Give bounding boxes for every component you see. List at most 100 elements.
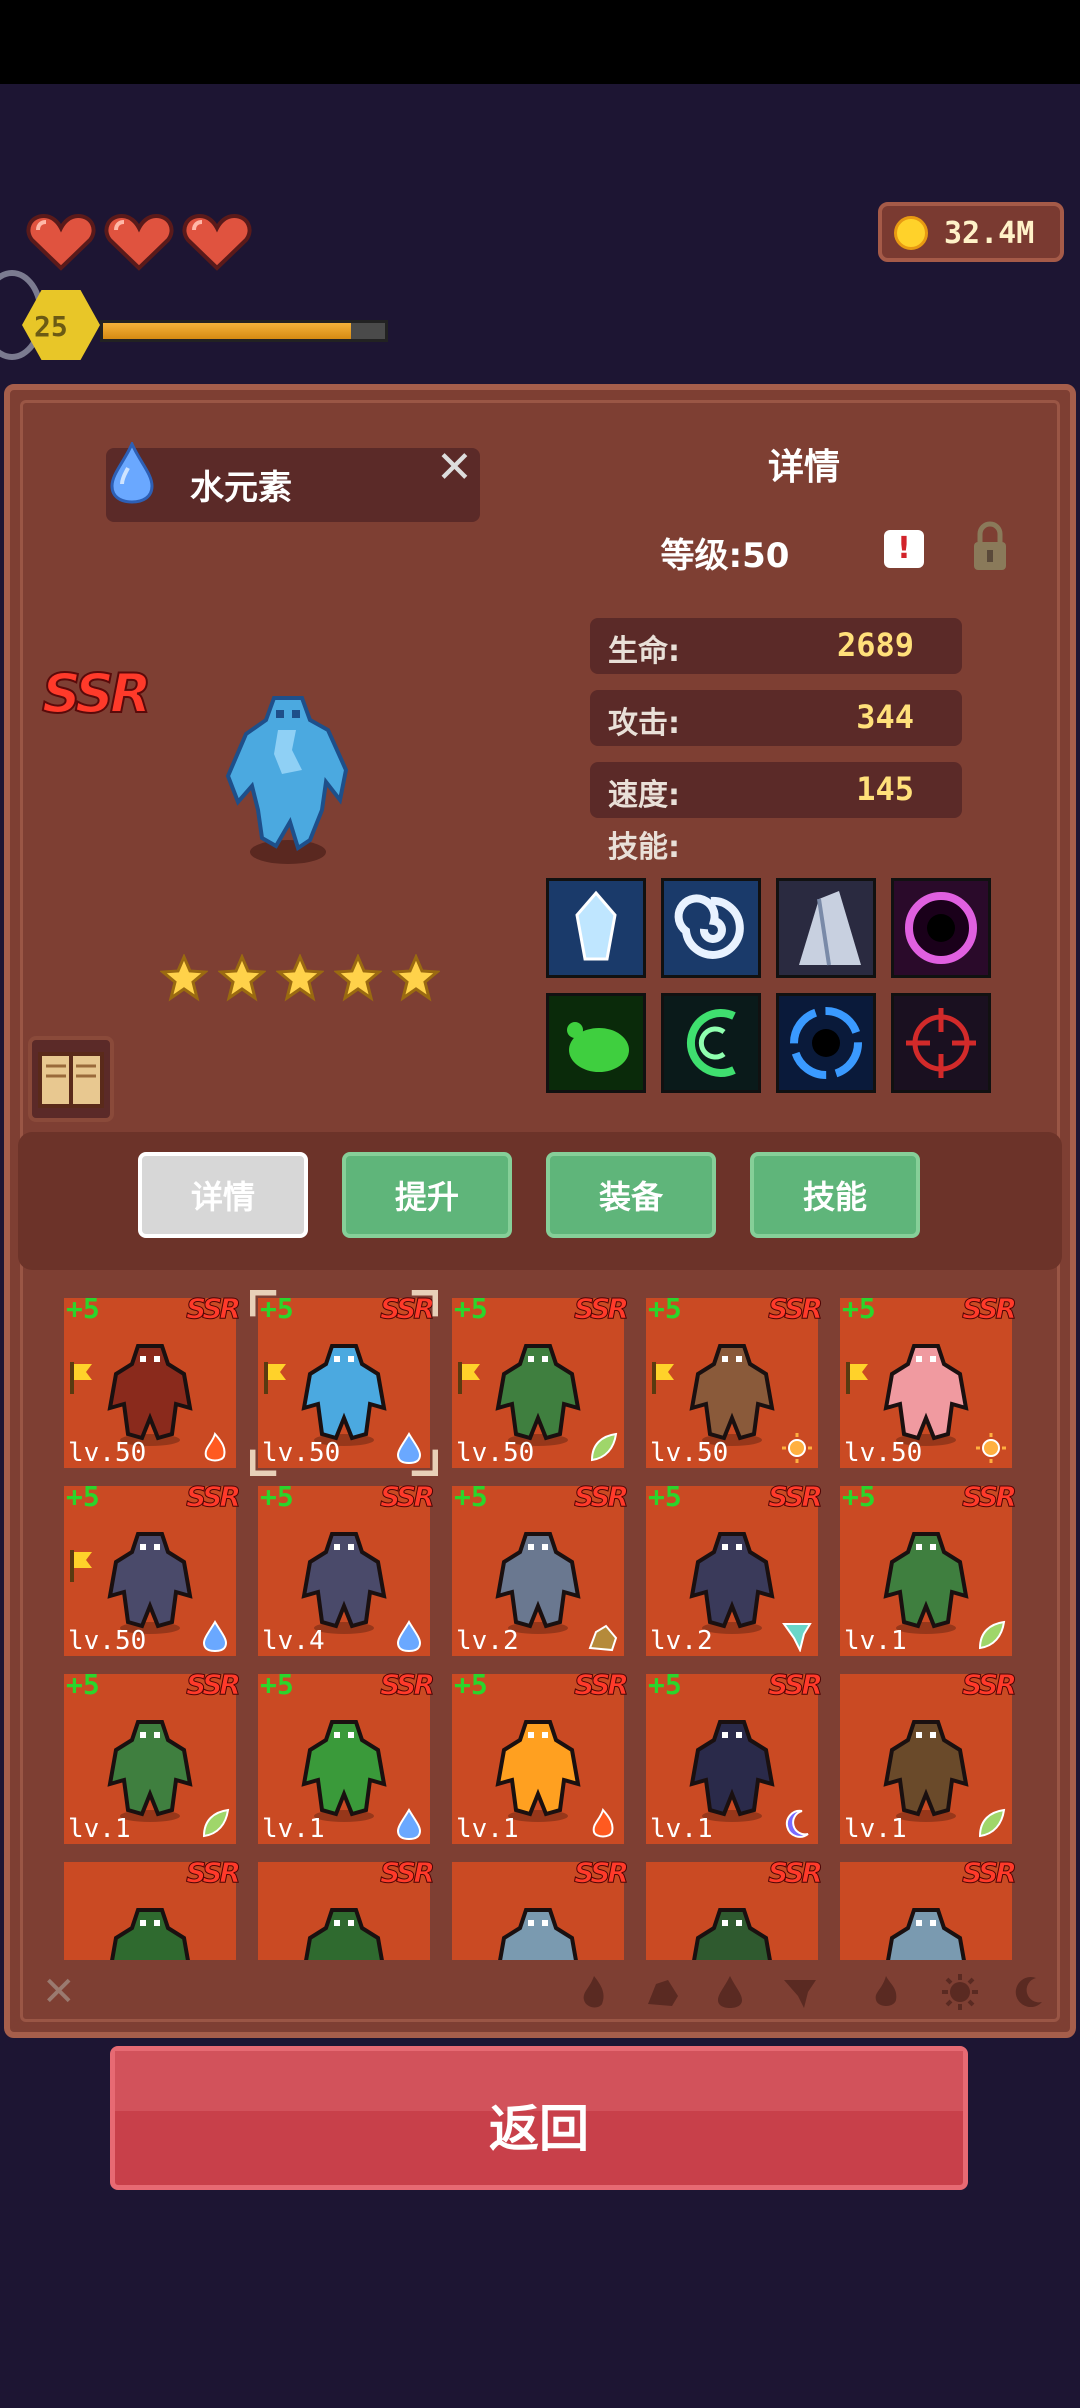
nature-element-icon [978,1620,1006,1650]
roster-card-shadow-hound[interactable]: +5 SSR lv.2 [646,1480,823,1656]
stat-speed-label: 速度: [608,778,680,813]
poison-slime-skill-icon[interactable] [546,993,646,1093]
fire-filter-icon[interactable] [576,1974,612,2010]
roster-card-orc-mage[interactable]: SSR [646,1856,823,1960]
upgrade-bonus: +5 [454,1292,488,1325]
orc-knight-sprite [883,1532,969,1634]
roster-card-orc-knight[interactable]: +5 SSR lv.1 [64,1668,241,1844]
unit-level-label: lv.50 [456,1438,535,1468]
upgrade-bonus: +5 [648,1668,682,1701]
roster-card-forest-beast[interactable]: SSR [258,1856,435,1960]
water-drop-icon [110,442,154,504]
ice-wolf-sprite [886,1908,966,1960]
team-flag-icon [70,1550,92,1582]
void-orb-skill-icon[interactable] [891,878,991,978]
water-element-icon [202,1620,228,1652]
player-level-value: 25 [34,310,68,343]
whirlwind-skill-icon[interactable] [661,878,761,978]
rarity-tag: SSR [768,1856,824,1890]
wind-element-icon [782,1623,812,1652]
alert-icon[interactable]: ! [884,530,924,568]
roster-card-ice-wolf[interactable]: SSR [840,1856,1017,1960]
rarity-tag: SSR [380,1856,436,1890]
coin-value: 32.4M [944,216,1035,251]
upgrade-bonus: +5 [66,1480,100,1513]
tab-skills[interactable]: 技能 [750,1152,920,1238]
rarity-tag: SSR [574,1480,630,1514]
roster-card-stone-golem[interactable]: +5 SSR lv.2 [452,1480,629,1656]
earth-filter-icon[interactable] [644,1974,680,2010]
unit-level: 等级:50 [660,536,790,576]
team-flag-icon [70,1362,92,1394]
unit-level-label: lv.1 [262,1814,325,1844]
book-icon [38,1052,104,1108]
blue-vortex-skill-icon[interactable] [776,993,876,1093]
upgrade-bonus: +5 [260,1668,294,1701]
skeleton-rider-sprite [107,1532,193,1634]
star-icon [218,954,266,1002]
water-filter-icon[interactable] [712,1974,748,2010]
back-button[interactable]: 返回 [110,2046,968,2190]
coin-counter[interactable]: 32.4M [878,202,1064,262]
flame-filter-icon[interactable] [868,1974,904,2010]
forest-beast-sprite [304,1908,384,1960]
roster-card-dark-knight[interactable]: +5 SSR lv.1 [646,1668,823,1844]
roster-card-treant[interactable]: SSR lv.1 [840,1668,1017,1844]
moon-filter-icon[interactable] [1010,1974,1046,2010]
roster-card-fairy[interactable]: +5 SSR lv.50 [840,1292,1017,1468]
rarity-tag: SSR [574,1292,630,1326]
upgrade-bonus: +5 [842,1292,876,1325]
lock-icon[interactable] [972,520,1008,572]
rarity-tag: SSR [186,1856,242,1890]
roster-card-slime-golem[interactable]: +5 SSR lv.1 [258,1668,435,1844]
light-filter-icon[interactable] [942,1974,978,2010]
nature-element-icon [978,1808,1006,1838]
unit-level-label: lv.2 [650,1626,713,1656]
frost-shard-skill-icon[interactable] [776,878,876,978]
unit-level-label: lv.1 [456,1814,519,1844]
unit-name-box [106,448,480,522]
xp-bar [100,320,388,342]
orc-knight-sprite [495,1344,581,1446]
close-filter-icon[interactable]: ✕ [42,1972,78,2012]
roster-card-fire-spirit[interactable]: +5 SSR lv.1 [452,1668,629,1844]
light-element-icon [976,1433,1006,1463]
tab-details[interactable]: 详情 [138,1152,308,1238]
element-filter-bar: ✕ [12,1962,1068,2024]
wind-filter-icon[interactable] [782,1974,818,2010]
codex-book-button[interactable] [28,1036,114,1122]
fire-warlord-sprite [107,1344,193,1446]
stat-attack: 攻击: 344 [590,690,962,746]
back-button-label: 返回 [489,2100,589,2158]
shadow-hound-sprite [689,1532,775,1634]
roster-card-orc-knight[interactable]: +5 SSR lv.1 [840,1480,1017,1656]
star-icon [392,954,440,1002]
roster-card-skeleton-rider[interactable]: +5 SSR lv.50 [64,1480,241,1656]
unit-level-label: lv.1 [844,1626,907,1656]
tab-upgrade[interactable]: 提升 [342,1152,512,1238]
ice-crystal-skill-icon[interactable] [546,878,646,978]
unit-level-label: lv.50 [68,1626,147,1656]
roster-card-centaur-spear[interactable]: +5 SSR lv.50 [646,1292,823,1468]
tab-equipment[interactable]: 装备 [546,1152,716,1238]
green-vortex-skill-icon[interactable] [661,993,761,1093]
rarity-tag: SSR [768,1668,824,1702]
selection-frame [250,1290,438,1476]
unit-level-label: lv.1 [650,1814,713,1844]
roster-card-skeleton-rider[interactable]: +5 SSR lv.4 [258,1480,435,1656]
target-reticle-skill-icon[interactable] [891,993,991,1093]
close-icon[interactable]: ✕ [436,446,473,490]
roster-card-orc-knight[interactable]: +5 SSR lv.50 [452,1292,629,1468]
rarity-tag: SSR [962,1480,1018,1514]
slime-golem-sprite [301,1720,387,1822]
roster-card-water-elemental[interactable]: +5 SSR lv.50 [250,1290,438,1476]
roster-card-fire-warlord[interactable]: +5 SSR lv.50 [64,1292,241,1468]
roster-card-forest-beast[interactable]: SSR [64,1856,241,1960]
stat-speed: 速度: 145 [590,762,962,818]
rarity-tag: SSR [962,1668,1018,1702]
earth-element-icon [588,1624,618,1652]
upgrade-bonus: +5 [260,1480,294,1513]
roster-card-ice-wolf[interactable]: SSR [452,1856,629,1960]
upgrade-bonus: +5 [66,1668,100,1701]
team-flag-icon [846,1362,868,1394]
